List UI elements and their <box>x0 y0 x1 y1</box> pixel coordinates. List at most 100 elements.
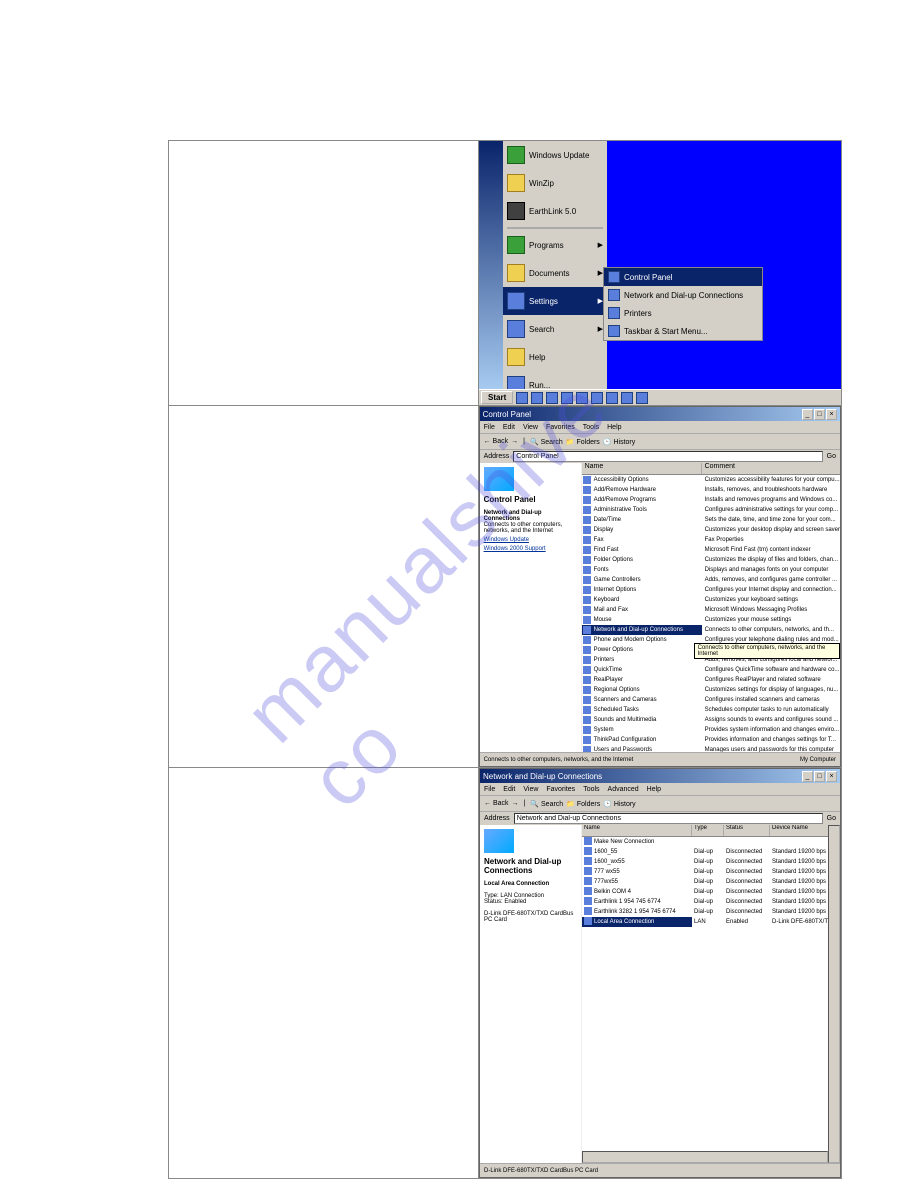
list-item[interactable]: Game ControllersAdds, removes, and confi… <box>582 575 840 585</box>
column-headers[interactable]: Name Comment <box>582 463 840 475</box>
start-menu-item[interactable]: WinZip <box>503 169 607 197</box>
vertical-scrollbar[interactable] <box>828 825 840 1163</box>
taskbar-icon[interactable] <box>546 392 558 404</box>
go-button[interactable]: Go <box>827 453 836 460</box>
start-button[interactable]: Start <box>481 391 513 404</box>
taskbar-icon[interactable] <box>531 392 543 404</box>
list-item[interactable]: Date/TimeSets the date, time, and time z… <box>582 515 840 525</box>
control-panel-list[interactable]: Accessibility OptionsCustomizes accessib… <box>582 475 840 753</box>
connection-item[interactable]: 777 wx55Dial-upDisconnectedStandard 1920… <box>582 867 840 877</box>
menu-item[interactable]: Help <box>607 424 621 431</box>
start-menu-item[interactable]: EarthLink 5.0 <box>503 197 607 225</box>
menu-item[interactable]: Tools <box>583 786 599 793</box>
connection-item[interactable]: Earthlink 3282 1 954 745 6774Dial-upDisc… <box>582 907 840 917</box>
menu-item[interactable]: Favorites <box>546 424 575 431</box>
header-name[interactable]: Name <box>582 463 702 474</box>
address-input[interactable] <box>513 451 822 462</box>
taskbar-icon[interactable] <box>636 392 648 404</box>
column-headers[interactable]: NameTypeStatusDevice Name <box>582 825 840 837</box>
link-windows-2000-support[interactable]: Windows 2000 Support <box>484 546 577 552</box>
list-item[interactable]: Add/Remove ProgramsInstalls and removes … <box>582 495 840 505</box>
menu-item[interactable]: Help <box>647 786 661 793</box>
connections-list[interactable]: Make New Connection1600_55Dial-upDisconn… <box>582 837 840 927</box>
search-button[interactable]: 🔍 Search <box>530 438 563 446</box>
go-button[interactable]: Go <box>827 815 836 822</box>
taskbar[interactable]: Start <box>479 389 841 405</box>
start-menu[interactable]: Windows UpdateWinZipEarthLink 5.0Program… <box>503 141 607 389</box>
list-item[interactable]: QuickTimeConfigures QuickTime software a… <box>582 665 840 675</box>
column-header[interactable]: Type <box>692 825 724 836</box>
folders-button[interactable]: 📁 Folders <box>566 800 600 808</box>
list-item[interactable]: Scanners and CamerasConfigures installed… <box>582 695 840 705</box>
forward-button[interactable]: → <box>512 800 519 807</box>
list-item[interactable]: Add/Remove HardwareInstalls, removes, an… <box>582 485 840 495</box>
submenu-item[interactable]: Printers <box>604 304 762 322</box>
list-item[interactable]: ThinkPad ConfigurationProvides informati… <box>582 735 840 745</box>
column-header[interactable]: Name <box>582 825 692 836</box>
toolbar[interactable]: ← Back → | 🔍 Search 📁 Folders 🕒 History <box>480 433 840 449</box>
list-item[interactable]: Scheduled TasksSchedules computer tasks … <box>582 705 840 715</box>
address-input[interactable] <box>514 813 823 824</box>
address-bar[interactable]: Address Go <box>480 811 840 825</box>
list-item[interactable]: Network and Dial-up ConnectionsConnects … <box>582 625 840 635</box>
menubar[interactable]: FileEditViewFavoritesToolsHelp <box>480 421 840 433</box>
back-button[interactable]: ← Back <box>484 438 509 445</box>
submenu-item[interactable]: Taskbar & Start Menu... <box>604 322 762 340</box>
maximize-button[interactable]: □ <box>814 409 825 420</box>
start-menu-item[interactable]: Settings▶ <box>503 287 607 315</box>
submenu-item[interactable]: Network and Dial-up Connections <box>604 286 762 304</box>
back-button[interactable]: ← Back <box>484 800 509 807</box>
settings-submenu[interactable]: Control PanelNetwork and Dial-up Connect… <box>603 267 763 341</box>
close-button[interactable]: × <box>826 409 837 420</box>
list-item[interactable]: Sounds and MultimediaAssigns sounds to e… <box>582 715 840 725</box>
list-item[interactable]: Administrative ToolsConfigures administr… <box>582 505 840 515</box>
column-header[interactable]: Status <box>724 825 770 836</box>
menu-item[interactable]: Favorites <box>546 786 575 793</box>
connection-item[interactable]: Earthlink 1 954 745 6774Dial-upDisconnec… <box>582 897 840 907</box>
minimize-button[interactable]: _ <box>802 409 813 420</box>
search-button[interactable]: 🔍 Search <box>530 800 563 808</box>
history-button[interactable]: 🕒 History <box>603 800 635 808</box>
taskbar-icon[interactable] <box>576 392 588 404</box>
folders-button[interactable]: 📁 Folders <box>566 438 600 446</box>
taskbar-icon[interactable] <box>621 392 633 404</box>
menu-item[interactable]: Tools <box>583 424 599 431</box>
menu-item[interactable]: View <box>523 786 538 793</box>
connection-item[interactable]: Belkin COM 4Dial-upDisconnectedStandard … <box>582 887 840 897</box>
list-item[interactable]: DisplayCustomizes your desktop display a… <box>582 525 840 535</box>
connection-item[interactable]: 1600_wx55Dial-upDisconnectedStandard 192… <box>582 857 840 867</box>
list-item[interactable]: RealPlayerConfigures RealPlayer and rela… <box>582 675 840 685</box>
start-menu-item[interactable]: Documents▶ <box>503 259 607 287</box>
header-comment[interactable]: Comment <box>702 463 840 474</box>
list-item[interactable]: Internet OptionsConfigures your Internet… <box>582 585 840 595</box>
connection-item[interactable]: 777wx55Dial-upDisconnectedStandard 19200… <box>582 877 840 887</box>
address-bar[interactable]: Address Go <box>480 449 840 463</box>
taskbar-icon[interactable] <box>591 392 603 404</box>
list-item[interactable]: FaxFax Properties <box>582 535 840 545</box>
list-item[interactable]: Mail and FaxMicrosoft Windows Messaging … <box>582 605 840 615</box>
start-menu-item[interactable]: Programs▶ <box>503 231 607 259</box>
taskbar-icon[interactable] <box>561 392 573 404</box>
connection-item[interactable]: 1600_55Dial-upDisconnectedStandard 19200… <box>582 847 840 857</box>
taskbar-icon[interactable] <box>606 392 618 404</box>
list-item[interactable]: Regional OptionsCustomizes settings for … <box>582 685 840 695</box>
submenu-item[interactable]: Control Panel <box>604 268 762 286</box>
start-menu-item[interactable]: Search▶ <box>503 315 607 343</box>
list-item[interactable]: SystemProvides system information and ch… <box>582 725 840 735</box>
menu-item[interactable]: Advanced <box>608 786 639 793</box>
toolbar[interactable]: ← Back → | 🔍 Search 📁 Folders 🕒 History <box>480 795 840 811</box>
list-item[interactable]: Accessibility OptionsCustomizes accessib… <box>582 475 840 485</box>
list-item[interactable]: Find FastMicrosoft Find Fast (tm) conten… <box>582 545 840 555</box>
list-item[interactable]: Folder OptionsCustomizes the display of … <box>582 555 840 565</box>
start-menu-item[interactable]: Help <box>503 343 607 371</box>
maximize-button[interactable]: □ <box>814 771 825 782</box>
link-windows-update[interactable]: Windows Update <box>484 537 577 543</box>
list-item[interactable]: MouseCustomizes your mouse settings <box>582 615 840 625</box>
connection-item[interactable]: Make New Connection <box>582 837 840 847</box>
menu-item[interactable]: Edit <box>503 786 515 793</box>
taskbar-icon[interactable] <box>516 392 528 404</box>
horizontal-scrollbar[interactable] <box>582 1151 828 1163</box>
close-button[interactable]: × <box>826 771 837 782</box>
connection-item[interactable]: Local Area ConnectionLANEnabledD-Link DF… <box>582 917 840 927</box>
list-item[interactable]: FontsDisplays and manages fonts on your … <box>582 565 840 575</box>
